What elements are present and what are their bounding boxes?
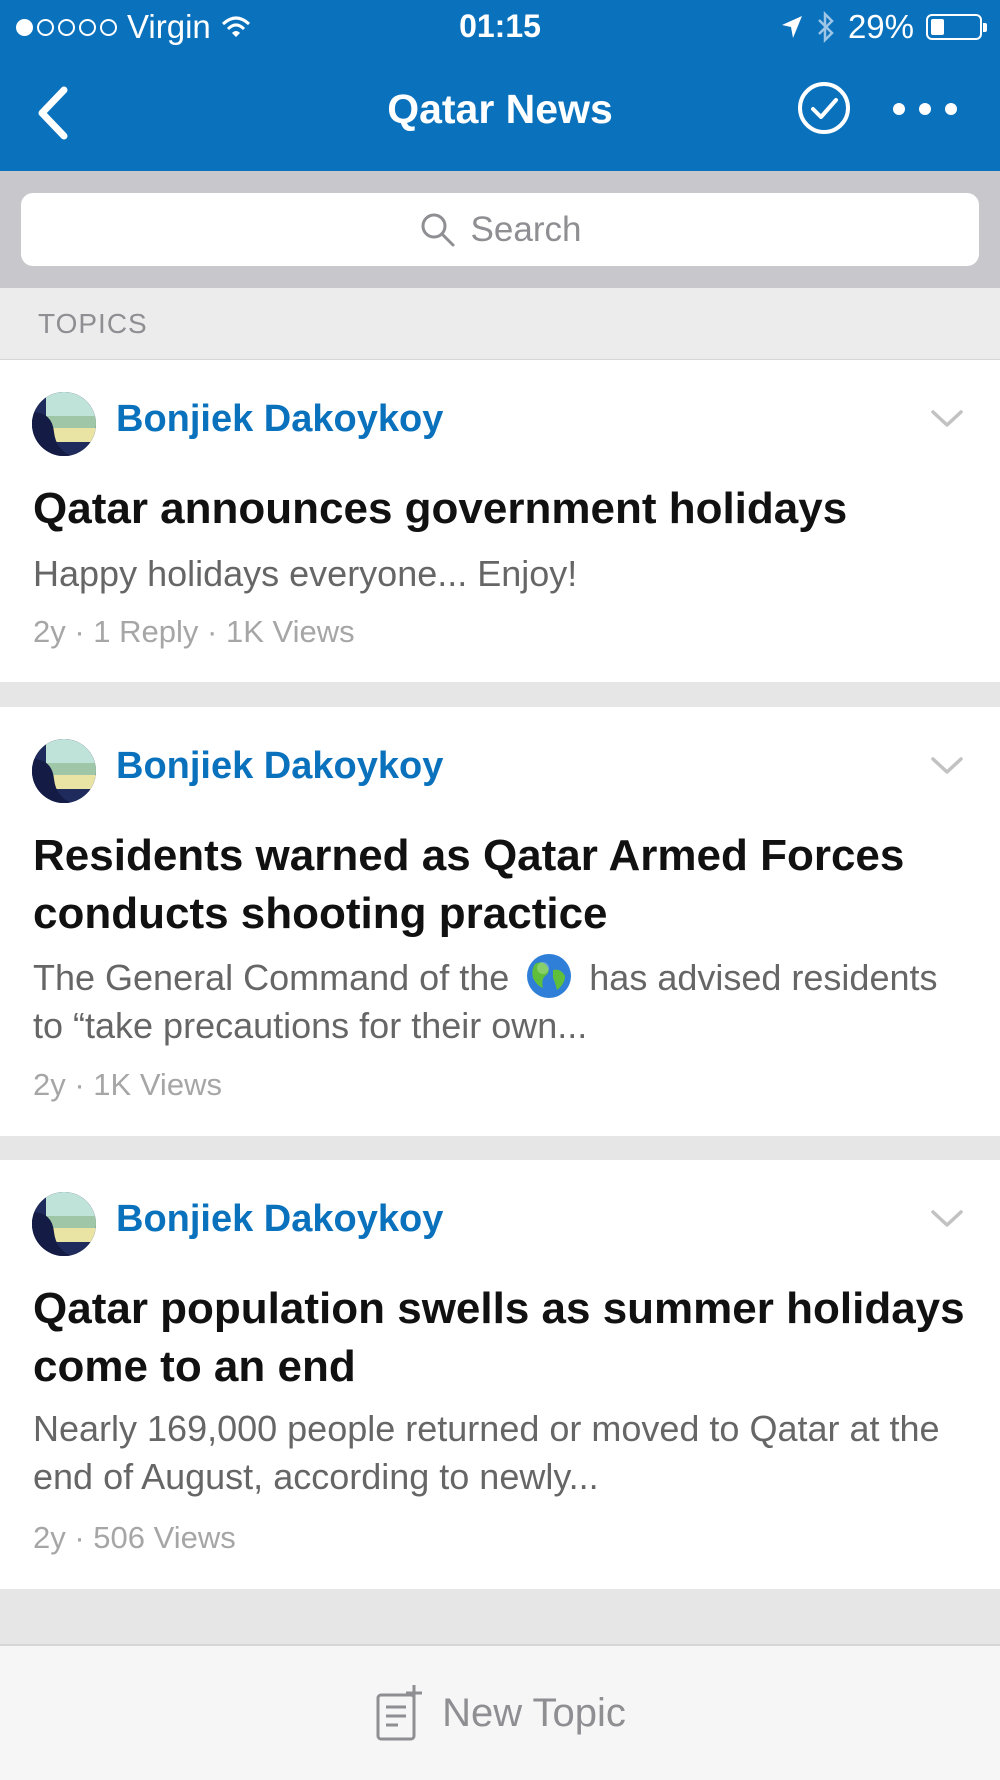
new-topic-label: New Topic [442,1690,626,1735]
battery-icon [926,14,987,40]
more-options-icon[interactable] [890,94,960,124]
bluetooth-icon [818,11,834,43]
topic-title[interactable]: Residents warned as Qatar Armed Forces c… [33,827,970,943]
search-input[interactable]: Search [21,193,979,266]
app-header: Virgin 01:15 29% Qatar News [0,0,1000,171]
topic-card[interactable]: Bonjiek Dakoykoy Qatar announces governm… [0,360,1000,682]
topic-meta: 2y · 1 Reply · 1K Views [33,614,355,649]
topic-title[interactable]: Qatar population swells as summer holida… [33,1280,970,1396]
topic-meta: 2y · 1K Views [33,1067,222,1102]
chevron-down-icon[interactable] [930,755,964,777]
globe-emoji-icon [527,954,572,998]
battery-percent: 29% [847,8,914,45]
topic-card[interactable]: Bonjiek Dakoykoy Residents warned as Qat… [0,707,1000,1136]
author-name[interactable]: Bonjiek Dakoykoy [116,745,443,788]
new-topic-button[interactable]: New Topic [0,1644,1000,1780]
search-area: Search [0,171,1000,288]
author-name[interactable]: Bonjiek Dakoykoy [116,1198,443,1241]
topic-meta: 2y · 506 Views [33,1520,236,1555]
topics-label: TOPICS [38,308,148,339]
status-bar: Virgin 01:15 29% [0,0,1000,56]
new-topic-icon [376,1685,423,1741]
search-icon [421,213,455,246]
topic-card[interactable]: Bonjiek Dakoykoy Qatar population swells… [0,1160,1000,1589]
avatar[interactable] [32,1192,96,1256]
nav-bar: Qatar News [0,56,1000,171]
search-placeholder: Search [470,209,582,249]
avatar[interactable] [32,392,96,456]
chevron-down-icon[interactable] [930,1208,964,1230]
avatar[interactable] [32,739,96,803]
topic-excerpt: Happy holidays everyone... Enjoy! [33,553,578,594]
topics-section-header: TOPICS [0,288,1000,360]
chevron-down-icon[interactable] [930,408,964,430]
author-name[interactable]: Bonjiek Dakoykoy [116,398,443,441]
location-arrow-icon [781,16,802,38]
topic-title[interactable]: Qatar announces government holidays [33,480,970,538]
topic-excerpt: Nearly 169,000 people returned or moved … [33,1408,940,1497]
topic-excerpt: The General Command of the has advised r… [33,952,960,1050]
excerpt-text-start: The General Command of the [33,957,510,998]
check-circle-icon[interactable] [796,80,852,136]
